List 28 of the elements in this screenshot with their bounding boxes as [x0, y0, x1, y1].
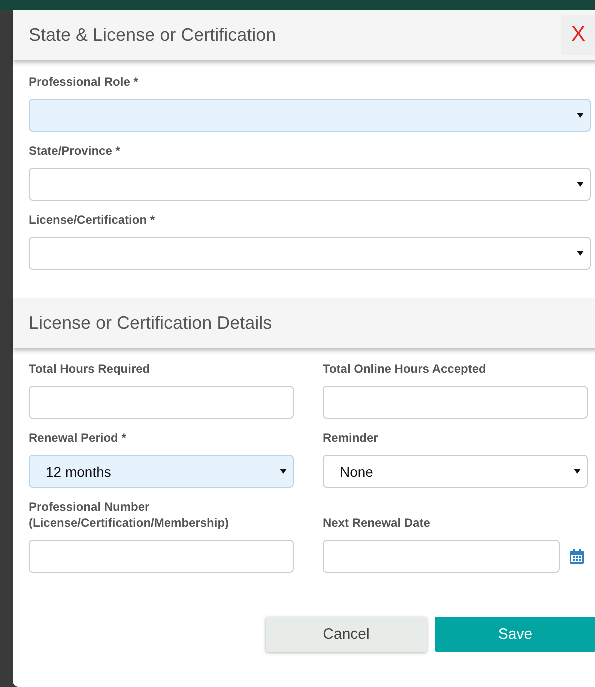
caret-icon — [577, 113, 584, 118]
select-field[interactable] — [29, 99, 591, 132]
field-label: Total Online Hours Accepted — [323, 361, 488, 377]
caret-icon — [577, 182, 584, 187]
caret-icon — [280, 469, 287, 474]
field-label: State/Province * — [29, 143, 122, 159]
cancel-button[interactable]: Cancel — [266, 617, 427, 652]
field-label: Total Hours Required — [29, 361, 152, 377]
select-field[interactable] — [29, 168, 591, 201]
close-button[interactable]: X — [561, 15, 595, 55]
date-field[interactable] — [323, 540, 560, 573]
select-field[interactable] — [29, 237, 591, 270]
section-title: License or Certification Details — [28, 312, 272, 334]
field-label: Professional Role * — [29, 74, 140, 90]
select-field[interactable]: 12 months — [29, 455, 294, 488]
field-label: Next Renewal Date — [323, 515, 432, 531]
input-field[interactable] — [29, 540, 294, 573]
dialog-title: State & License or Certification — [28, 24, 276, 46]
field-label: Professional Number (License/Certification/Membership) — [29, 499, 230, 531]
field-label: License/Certification * — [29, 212, 156, 228]
caret-icon — [574, 469, 581, 474]
field-label: Renewal Period * — [29, 430, 128, 446]
input-field[interactable] — [29, 386, 294, 419]
field-label: Reminder — [323, 430, 380, 446]
input-field[interactable] — [323, 386, 588, 419]
caret-icon — [577, 251, 584, 256]
calendar-icon[interactable] — [570, 549, 584, 564]
select-field[interactable]: None — [323, 455, 588, 488]
